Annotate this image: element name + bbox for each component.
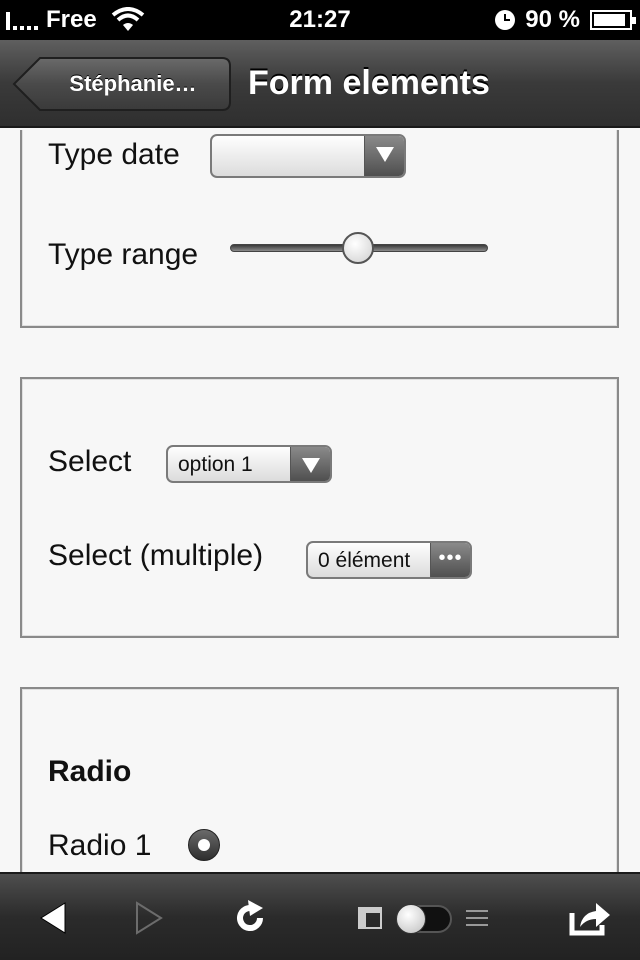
select-value: option 1 [178, 453, 253, 476]
radio-1-label: Radio 1 [48, 829, 152, 862]
reader-toggle[interactable] [396, 904, 452, 934]
ellipsis-icon: ••• [430, 543, 470, 577]
layout-icon [358, 907, 382, 929]
forward-nav-button[interactable] [128, 874, 172, 960]
back-nav-button[interactable] [30, 874, 74, 960]
status-bar: Free 21:27 90 % [0, 0, 640, 40]
multi-select-value: 0 élément [318, 549, 411, 572]
select-dropdown[interactable]: option 1 [166, 445, 332, 483]
share-icon [569, 903, 610, 936]
form-content[interactable]: Type date Type range Select option 1 Sel… [0, 130, 640, 872]
battery-icon [590, 10, 636, 30]
chevron-down-icon [364, 136, 404, 176]
radio-heading: Radio [48, 755, 132, 788]
multi-select-dropdown[interactable]: 0 élément ••• [306, 541, 472, 579]
date-input[interactable] [210, 134, 406, 178]
list-icon [466, 910, 488, 926]
share-button[interactable] [566, 874, 614, 960]
reload-icon [237, 900, 264, 932]
back-button-label: Stéphanie… [69, 71, 197, 96]
range-slider-thumb[interactable] [342, 232, 374, 264]
chevron-down-icon [290, 447, 330, 481]
multi-select-label: Select (multiple) [48, 539, 264, 572]
navigation-bar: Stéphanie… Form elements [0, 40, 640, 128]
browser-toolbar [0, 872, 640, 960]
reload-button[interactable] [228, 874, 272, 960]
select-label: Select [48, 445, 132, 478]
fieldset-date-range: Type date Type range [20, 130, 619, 328]
fieldset-select: Select option 1 Select (multiple) 0 élém… [20, 377, 619, 638]
fieldset-radio: Radio Radio 1 [20, 687, 619, 872]
back-button[interactable]: Stéphanie… [12, 56, 232, 112]
date-label: Type date [48, 138, 180, 171]
battery-percent: 90 % [525, 6, 580, 33]
range-label: Type range [48, 238, 199, 271]
toggle-knob [396, 904, 426, 934]
radio-1-button[interactable] [188, 829, 220, 861]
reader-mode-control[interactable] [356, 874, 494, 960]
back-arrow-icon [40, 902, 66, 934]
page-title: Form elements [248, 64, 490, 102]
status-right: 90 % [495, 0, 636, 40]
alarm-clock-icon [495, 10, 516, 30]
forward-arrow-icon [136, 901, 163, 935]
